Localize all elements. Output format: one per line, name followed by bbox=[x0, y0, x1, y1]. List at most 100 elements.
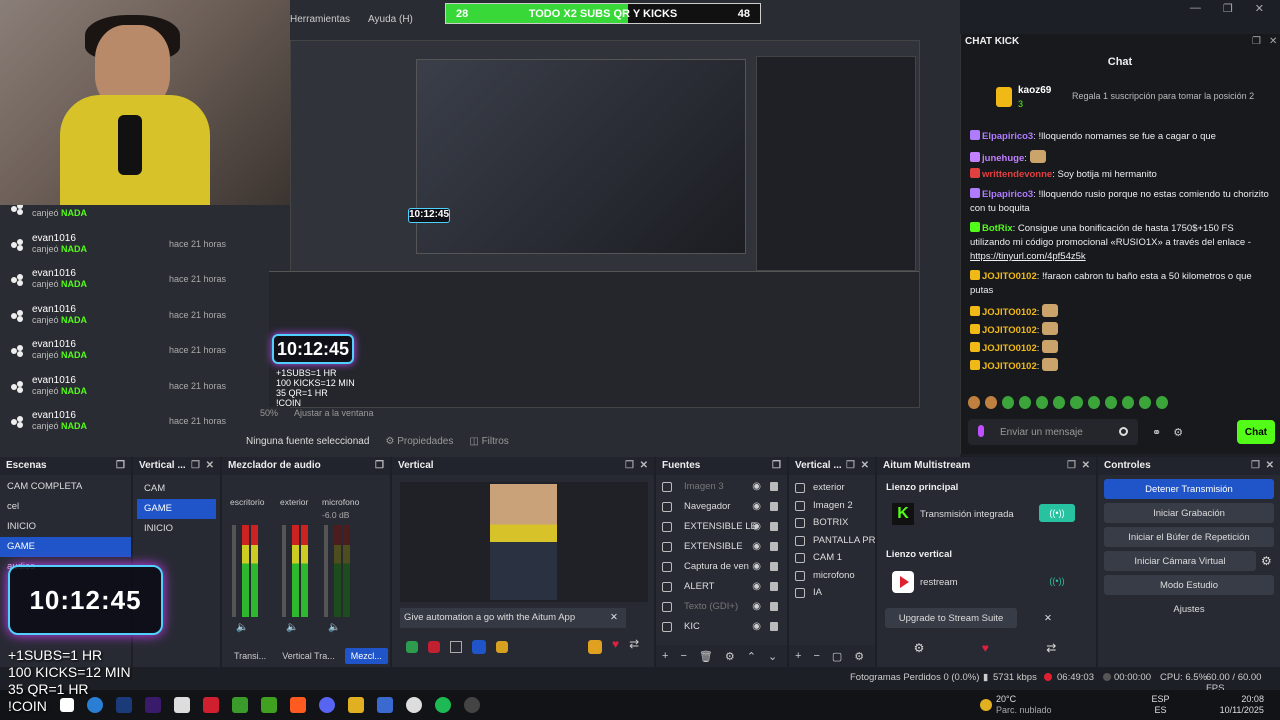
vertical-source-item[interactable]: IA bbox=[789, 584, 875, 602]
maximize-button[interactable]: ❐ bbox=[1223, 2, 1233, 15]
lock-icon[interactable] bbox=[770, 582, 778, 591]
dock-tab[interactable]: Vertical Tra... bbox=[276, 648, 341, 664]
source-item[interactable]: KIC ◉ bbox=[656, 617, 787, 637]
language-indicator[interactable]: ESP ES bbox=[1152, 694, 1170, 716]
float-icon[interactable]: ❐ bbox=[625, 457, 634, 475]
add-icon[interactable]: + bbox=[795, 650, 801, 662]
minimize-button[interactable]: — bbox=[1190, 2, 1201, 15]
vertical-source-item[interactable]: CAM 1 bbox=[789, 549, 875, 567]
chat-username[interactable]: JOJITO0102 bbox=[982, 361, 1037, 372]
close-icon[interactable]: ✕ bbox=[1266, 457, 1274, 475]
chat-username[interactable]: JOJITO0102 bbox=[982, 271, 1037, 282]
brave-icon[interactable] bbox=[290, 697, 306, 713]
lock-icon[interactable] bbox=[770, 622, 778, 631]
chat-username[interactable]: Elpapirico3 bbox=[982, 131, 1033, 142]
emote-icon[interactable] bbox=[1002, 396, 1015, 409]
float-icon[interactable]: ❐ bbox=[116, 457, 125, 475]
discord-icon[interactable] bbox=[319, 697, 335, 713]
chevron-up-icon[interactable]: ⌃ bbox=[747, 650, 756, 663]
trash-icon[interactable]: 🗑 bbox=[699, 650, 713, 663]
vertical-source-item[interactable]: microfono bbox=[789, 567, 875, 585]
source-item[interactable]: ALERT ◉ bbox=[656, 577, 787, 597]
dock-tab[interactable]: Transi... bbox=[228, 648, 272, 664]
emote-icon[interactable] bbox=[1070, 396, 1083, 409]
weather-widget[interactable]: 20°C Parc. nublado bbox=[996, 694, 1052, 716]
float-icon[interactable]: ❐ bbox=[846, 457, 855, 475]
heart-icon[interactable]: ♥ bbox=[612, 637, 619, 657]
settings-icon[interactable] bbox=[588, 640, 602, 654]
gear-icon[interactable]: ⚙ bbox=[725, 650, 735, 663]
source-item[interactable]: Navegador ◉ bbox=[656, 497, 787, 517]
chat-username[interactable]: junehuge bbox=[982, 153, 1024, 164]
virtualcam-icon[interactable] bbox=[496, 641, 508, 653]
settings-icon[interactable]: ⚙ bbox=[1173, 426, 1183, 439]
emote-icon[interactable] bbox=[1019, 396, 1032, 409]
store-icon[interactable] bbox=[174, 697, 190, 713]
speaker-icon[interactable]: 🔈 bbox=[236, 622, 248, 633]
emote-icon[interactable] bbox=[968, 396, 981, 409]
eye-icon[interactable]: ◉ bbox=[752, 577, 761, 597]
control-button[interactable]: Detener Transmisión bbox=[1104, 479, 1274, 499]
float-icon[interactable]: ❐ bbox=[191, 457, 200, 475]
speaker-icon[interactable]: 🔈 bbox=[286, 622, 298, 633]
emote-icon[interactable] bbox=[1121, 396, 1134, 409]
lock-icon[interactable] bbox=[770, 602, 778, 611]
lock-icon[interactable] bbox=[770, 502, 778, 511]
vertical-source-item[interactable]: BOTRIX bbox=[789, 514, 875, 532]
close-icon[interactable]: ✕ bbox=[1082, 457, 1090, 475]
vertical-source-item[interactable]: PANTALLA PRIN bbox=[789, 532, 875, 550]
emote-icon[interactable] bbox=[1138, 396, 1151, 409]
gear-icon[interactable]: ⚙ bbox=[854, 650, 864, 663]
fit-window[interactable]: Ajustar a la ventana bbox=[294, 408, 374, 424]
lock-icon[interactable] bbox=[770, 562, 778, 571]
stream-icon[interactable] bbox=[428, 641, 440, 653]
eye-icon[interactable]: ◉ bbox=[752, 597, 761, 617]
float-icon[interactable]: ❐ bbox=[772, 457, 781, 475]
clock[interactable]: 20:08 10/11/2025 bbox=[1220, 694, 1264, 716]
chat-input[interactable]: Enviar un mensaje bbox=[968, 419, 1138, 445]
source-item[interactable]: Imagen 3 ◉ bbox=[656, 477, 787, 497]
control-button[interactable]: Iniciar Grabación bbox=[1104, 503, 1274, 523]
close-button[interactable]: ✕ bbox=[1255, 2, 1264, 15]
eye-icon[interactable]: ◉ bbox=[752, 477, 761, 497]
link-icon[interactable]: ⚭ bbox=[1152, 426, 1161, 439]
emote-icon[interactable] bbox=[985, 396, 998, 409]
chrome-icon[interactable] bbox=[406, 697, 422, 713]
close-icon[interactable]: ✕ bbox=[1269, 36, 1277, 47]
volume-fader[interactable] bbox=[324, 525, 328, 617]
vertical-scene-item[interactable]: INICIO bbox=[137, 519, 216, 539]
emote-icon[interactable] bbox=[1036, 396, 1049, 409]
control-button[interactable]: Iniciar Cámara Virtual bbox=[1104, 551, 1256, 571]
obs-icon[interactable] bbox=[464, 697, 480, 713]
zoom-level[interactable]: 50% bbox=[260, 408, 278, 424]
volume-fader[interactable] bbox=[282, 525, 286, 617]
premiere-icon[interactable] bbox=[145, 697, 161, 713]
app-d-icon[interactable] bbox=[203, 697, 219, 713]
emote-icon[interactable] bbox=[1155, 396, 1168, 409]
lock-icon[interactable] bbox=[770, 542, 778, 551]
vertical-scene-item[interactable]: CAM bbox=[137, 479, 216, 499]
dock-tab[interactable]: Mezcl... bbox=[344, 648, 388, 664]
eye-icon[interactable]: ◉ bbox=[752, 617, 761, 637]
control-button[interactable]: Iniciar el Búfer de Repetición bbox=[1104, 527, 1274, 547]
share-icon[interactable]: ⇄ bbox=[1046, 641, 1056, 655]
source-item[interactable]: EXTENSIBLE ◉ bbox=[656, 537, 787, 557]
chat-username[interactable]: JOJITO0102 bbox=[982, 325, 1037, 336]
control-button[interactable]: Ajustes bbox=[1104, 599, 1274, 619]
close-icon[interactable]: ✕ bbox=[206, 457, 214, 475]
speaker-icon[interactable]: 🔈 bbox=[328, 622, 340, 633]
chat-link[interactable]: https://tinyurl.com/4pf54z5k bbox=[970, 251, 1086, 262]
float-icon[interactable]: ❐ bbox=[1252, 36, 1261, 47]
menu-ayuda[interactable]: Ayuda (H) bbox=[368, 14, 413, 34]
emote-icon[interactable] bbox=[1087, 396, 1100, 409]
scene-item[interactable]: CAM COMPLETA bbox=[0, 477, 131, 497]
float-icon[interactable]: ❐ bbox=[1251, 457, 1260, 475]
vertical-source-item[interactable]: exterior bbox=[789, 479, 875, 497]
heart-icon[interactable]: ♥ bbox=[982, 641, 989, 655]
settings-icon[interactable]: ⚙ bbox=[914, 641, 925, 655]
chat-username[interactable]: writtendevonne bbox=[982, 169, 1052, 180]
close-icon[interactable]: ✕ bbox=[610, 608, 618, 628]
scene-item[interactable]: cel bbox=[0, 497, 131, 517]
record-icon[interactable] bbox=[406, 641, 418, 653]
chevron-down-icon[interactable]: ⌄ bbox=[768, 650, 777, 663]
